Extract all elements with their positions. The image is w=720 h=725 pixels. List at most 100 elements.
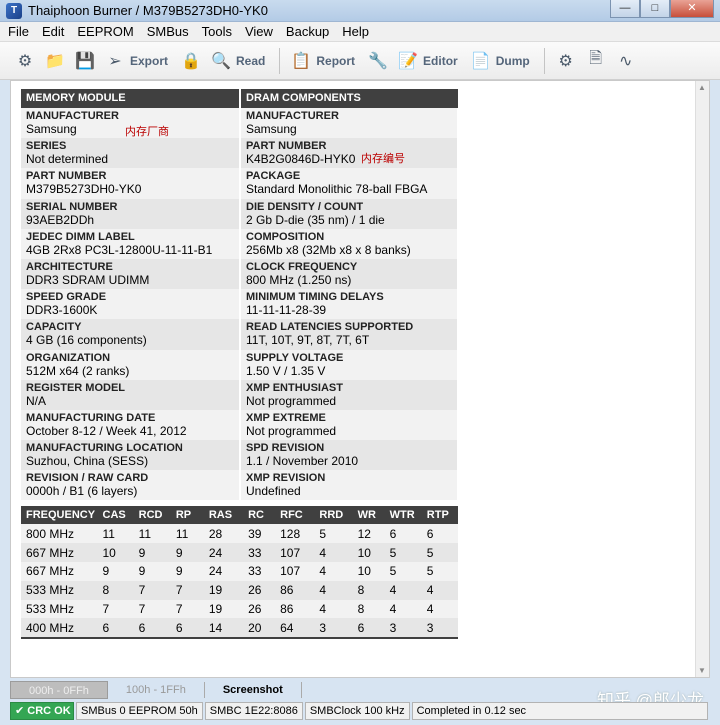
wrench-icon[interactable]: 🔧 xyxy=(367,50,389,72)
spd-field: PACKAGE Standard Monolithic 78-ball FBGA xyxy=(241,168,457,199)
timing-cell: 20 xyxy=(248,620,262,635)
timing-cell: 9 xyxy=(175,545,183,560)
close-button[interactable]: ✕ xyxy=(670,0,714,18)
timing-cell: 4 xyxy=(319,602,327,617)
timing-cell: 8 xyxy=(357,583,365,598)
field-label: MANUFACTURING DATE xyxy=(26,411,156,424)
timing-cell: 6 xyxy=(175,620,183,635)
report-label: Report xyxy=(316,53,356,68)
dump-label: Dump xyxy=(495,53,530,68)
timing-cell: 7 xyxy=(138,602,146,617)
timing-cell: 7 xyxy=(138,583,146,598)
minimize-button[interactable]: — xyxy=(610,0,640,18)
maximize-button[interactable]: □ xyxy=(640,0,670,18)
timing-cell: 9 xyxy=(138,564,146,579)
timing-cell: 86 xyxy=(280,583,294,598)
title-bar: T Thaiphoon Burner / M379B5273DH0-YK0 — … xyxy=(0,0,720,22)
spd-field: MANUFACTURING LOCATION Suzhou, China (SES… xyxy=(21,440,239,471)
menu-help[interactable]: Help xyxy=(342,24,369,39)
export-button[interactable]: ➢ Export xyxy=(104,50,168,72)
menu-smbus[interactable]: SMBus xyxy=(147,24,189,39)
document-icon[interactable]: 🗎 xyxy=(585,50,607,72)
spd-field: MINIMUM TIMING DELAYS 11-11-11-28-39 xyxy=(241,289,457,320)
spd-field: MANUFACTURER Samsung xyxy=(241,108,457,139)
menu-eeprom[interactable]: EEPROM xyxy=(77,24,133,39)
timing-cell: 6 xyxy=(357,620,365,635)
editor-button[interactable]: 📝 Editor xyxy=(397,50,458,72)
lock-icon[interactable]: 🔒 xyxy=(180,50,202,72)
timing-cell: 128 xyxy=(280,526,301,541)
timing-row: 667 MHz 10 9 9 24 33 107 4 10 5 5 xyxy=(21,543,458,563)
timing-cell: 14 xyxy=(208,620,223,635)
timing-cell: 533 MHz xyxy=(26,583,75,598)
spd-field: REGISTER MODEL N/A xyxy=(21,379,239,410)
timing-cell: 4 xyxy=(319,564,327,579)
spd-field: SERIAL NUMBER 93AEB2DDh xyxy=(21,198,239,229)
scroll-down-arrow-icon[interactable]: ▼ xyxy=(698,666,706,675)
field-value: Samsung xyxy=(246,122,297,136)
timing-cell: 24 xyxy=(208,564,223,579)
timing-header-cell: RFC xyxy=(280,509,303,522)
read-button[interactable]: 🔍 Read xyxy=(210,50,265,72)
timing-cell: 4 xyxy=(389,583,397,598)
spd-field: XMP EXTREME Not programmed xyxy=(241,409,457,441)
field-label: CAPACITY xyxy=(26,321,82,334)
crc-status-badge: ✔ CRC OK xyxy=(10,702,74,720)
menu-file[interactable]: File xyxy=(8,24,29,39)
timing-header-cell: CAS xyxy=(102,509,126,522)
tab-screenshot[interactable]: Screenshot xyxy=(205,681,301,699)
tab-page-1[interactable]: 100h - 1FFh xyxy=(108,681,204,699)
timing-cell: 4 xyxy=(389,602,397,617)
smbc-status: SMBC 1E22:8086 xyxy=(204,702,303,720)
spd-field: SPEED GRADE DDR3-1600K xyxy=(21,289,239,320)
field-label: CLOCK FREQUENCY xyxy=(246,260,358,273)
menu-view[interactable]: View xyxy=(245,24,273,39)
field-value: Not programmed xyxy=(246,423,337,438)
timing-cell: 7 xyxy=(102,602,110,617)
field-value: N/A xyxy=(26,393,47,408)
timing-header-cell: RCD xyxy=(138,509,163,522)
timing-header-row: FREQUENCY CAS RCD RP RAS RC RFC RRD WR WTR RTP xyxy=(21,506,458,525)
spd-field: MANUFACTURING DATE October 8-12 / Week 41… xyxy=(21,409,239,441)
menu-backup[interactable]: Backup xyxy=(286,24,329,39)
tab-page-0[interactable]: 000h - 0FFh xyxy=(10,681,108,699)
field-value: October 8-12 / Week 41, 2012 xyxy=(26,423,187,438)
spd-fields-grid: MANUFACTURER Samsung SERIES Not determined P… xyxy=(21,108,458,501)
timing-row: 533 MHz 8 7 7 19 26 86 4 8 4 4 xyxy=(21,580,458,600)
field-label: ORGANIZATION xyxy=(26,351,111,364)
timing-cell: 9 xyxy=(102,564,110,579)
spd-field: SUPPLY VOLTAGE 1.50 V / 1.35 V xyxy=(241,349,457,380)
spd-field: ARCHITECTURE DDR3 SDRAM UDIMM xyxy=(21,258,239,290)
spd-field: PART NUMBER K4B2G0846D-HYK0 xyxy=(241,138,457,169)
field-label: MANUFACTURER xyxy=(246,110,339,122)
settings-gear-icon[interactable]: ⚙ xyxy=(14,50,36,72)
chip-settings-icon[interactable]: ⚙ xyxy=(555,50,577,72)
timing-cell: 5 xyxy=(389,564,397,579)
field-value: 1.1 / November 2010 xyxy=(246,454,359,469)
dump-button[interactable]: 📄 Dump xyxy=(470,50,530,72)
timing-header-cell: RC xyxy=(248,509,264,522)
field-label: PACKAGE xyxy=(246,170,301,183)
timing-header-cell: WTR xyxy=(389,509,415,522)
menu-edit[interactable]: Edit xyxy=(42,24,64,39)
export-icon: ➢ xyxy=(108,52,122,70)
timing-cell: 19 xyxy=(208,583,223,598)
oscilloscope-icon[interactable]: ∿ xyxy=(615,50,637,72)
timing-header-cell: RP xyxy=(175,509,192,522)
dram-components-header: DRAM COMPONENTS xyxy=(239,89,457,108)
manufacturer-annotation: 内存厂商 xyxy=(125,126,169,138)
timing-cell: 667 MHz xyxy=(26,545,75,560)
scroll-up-arrow-icon[interactable]: ▲ xyxy=(698,83,706,92)
timing-cell: 86 xyxy=(280,602,294,617)
vertical-scrollbar[interactable]: ▲ ▼ xyxy=(695,81,709,677)
menu-tools[interactable]: Tools xyxy=(202,24,232,39)
part-number-annotation: 内存编号 xyxy=(361,153,405,165)
timing-cell: 19 xyxy=(208,602,223,617)
save-disk-icon[interactable]: 💾 xyxy=(74,50,96,72)
timing-cell: 8 xyxy=(102,583,110,598)
timing-header-cell: RRD xyxy=(319,509,344,522)
open-folder-icon[interactable]: 📁 xyxy=(44,50,66,72)
timing-cell: 6 xyxy=(426,526,434,541)
report-button[interactable]: 📋 Report xyxy=(290,50,355,72)
timing-cell: 4 xyxy=(426,583,434,598)
